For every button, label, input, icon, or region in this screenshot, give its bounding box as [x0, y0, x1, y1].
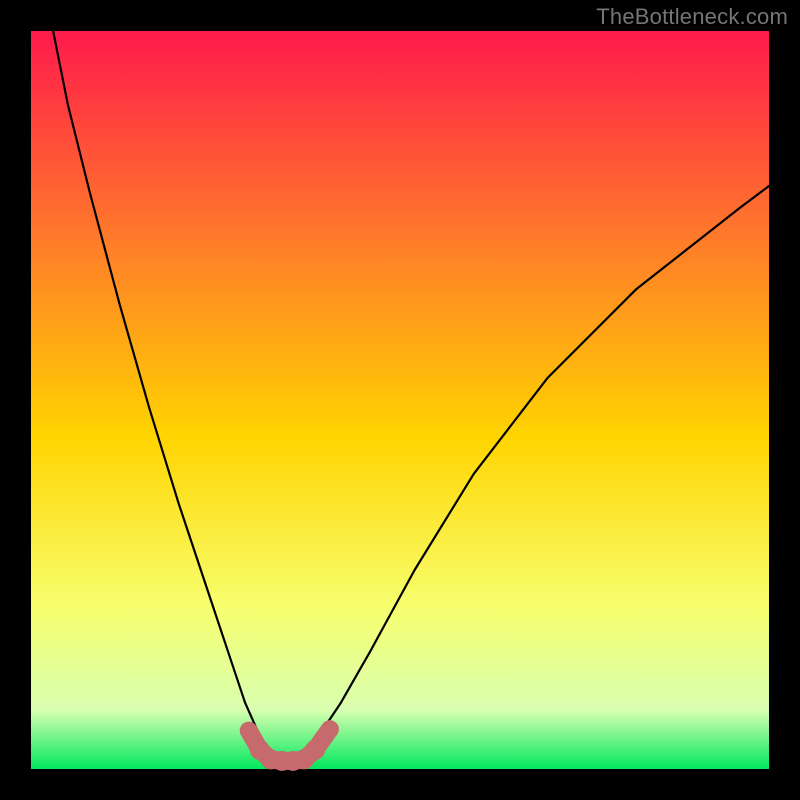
marker-point: [243, 725, 255, 737]
watermark-text: TheBottleneck.com: [596, 4, 788, 30]
gradient-background: [31, 31, 769, 769]
marker-point: [324, 723, 336, 735]
chart-frame: { "watermark": "TheBottleneck.com", "col…: [0, 0, 800, 800]
marker-point: [305, 740, 325, 760]
bottleneck-plot: [0, 0, 800, 800]
